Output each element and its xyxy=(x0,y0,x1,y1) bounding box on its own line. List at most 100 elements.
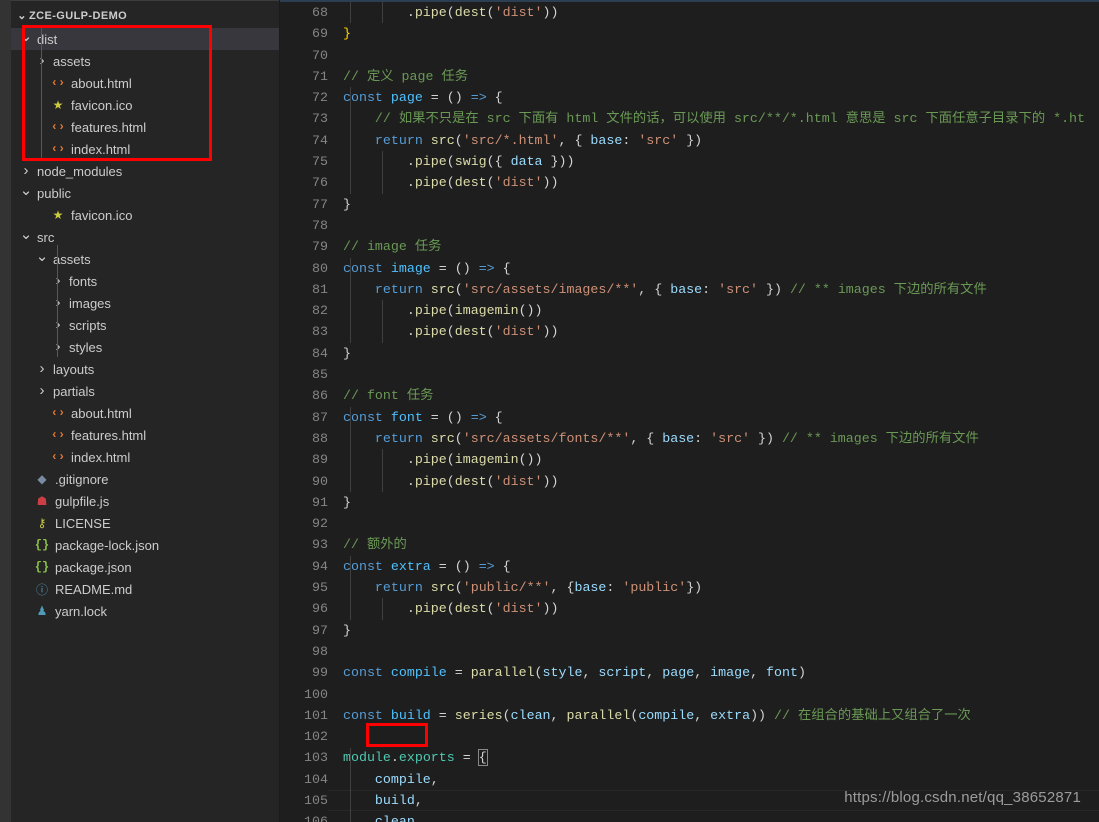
code-line-78[interactable]: 78 xyxy=(280,215,1099,236)
code-line-91[interactable]: 91} xyxy=(280,492,1099,513)
chevron-right-icon[interactable]: › xyxy=(35,50,49,72)
code-line-72[interactable]: 72 const page = () => { xyxy=(280,87,1099,108)
tree-item-license[interactable]: ⚷ LICENSE xyxy=(11,512,279,534)
tree-item-readme-md[interactable]: ⓘ README.md xyxy=(11,578,279,600)
code-line-88[interactable]: 88 return src('src/assets/fonts/**', { b… xyxy=(280,428,1099,449)
code-line-102[interactable]: 102 xyxy=(280,726,1099,747)
chevron-down-icon[interactable]: ⌄ xyxy=(19,223,33,245)
tree-item-node-modules[interactable]: › node_modules xyxy=(11,160,279,182)
code-line-82[interactable]: 82 .pipe(imagemin()) xyxy=(280,300,1099,321)
tree-item-about-html[interactable]: ‹› about.html xyxy=(11,72,279,94)
code-line-103[interactable]: 103 module.exports = { xyxy=(280,747,1099,768)
code-line-81[interactable]: 81 return src('src/assets/images/**', { … xyxy=(280,279,1099,300)
tree-item-assets[interactable]: ⌄ assets xyxy=(11,248,279,270)
code-line-95[interactable]: 95 return src('public/**', {base: 'publi… xyxy=(280,577,1099,598)
code-line-94[interactable]: 94 const extra = () => { xyxy=(280,556,1099,577)
code-line-69[interactable]: 69} xyxy=(280,23,1099,44)
tree-item-index-html[interactable]: ‹› index.html xyxy=(11,446,279,468)
chevron-right-icon[interactable]: › xyxy=(51,336,65,358)
tree-item-styles[interactable]: › styles xyxy=(11,336,279,358)
code-line-100[interactable]: 100 xyxy=(280,684,1099,705)
code-line-68[interactable]: 68 .pipe(dest('dist')) xyxy=(280,2,1099,23)
tree-item-partials[interactable]: › partials xyxy=(11,380,279,402)
code-line-83[interactable]: 83 .pipe(dest('dist')) xyxy=(280,321,1099,342)
chevron-down-icon[interactable]: ⌄ xyxy=(19,25,33,47)
chevron-right-icon[interactable]: › xyxy=(35,380,49,402)
tree-indent-guide xyxy=(41,25,42,161)
code-lines-container[interactable]: 68 .pipe(dest('dist')) 69} 70 71// 定义 page … xyxy=(280,2,1099,822)
line-number: 84 xyxy=(312,345,328,361)
tree-item-dist[interactable]: ⌄ dist xyxy=(11,28,279,50)
line-number: 80 xyxy=(312,260,328,276)
code-text: .pipe(dest('dist')) xyxy=(343,175,559,191)
line-number: 87 xyxy=(312,409,328,425)
code-text: } xyxy=(343,26,351,42)
code-line-106[interactable]: 106 clean xyxy=(280,811,1099,822)
code-text: } xyxy=(343,622,351,638)
chevron-right-icon[interactable]: › xyxy=(51,270,65,292)
tree-item-images[interactable]: › images xyxy=(11,292,279,314)
tree-item-label: styles xyxy=(69,339,103,355)
code-line-75[interactable]: 75 .pipe(swig({ data })) xyxy=(280,151,1099,172)
tree-item-index-html[interactable]: ‹› index.html xyxy=(11,138,279,160)
line-number: 86 xyxy=(312,388,328,404)
tree-item-assets[interactable]: › assets xyxy=(11,50,279,72)
code-line-90[interactable]: 90 .pipe(dest('dist')) xyxy=(280,471,1099,492)
chevron-down-icon[interactable]: ⌄ xyxy=(19,179,33,201)
activity-bar[interactable] xyxy=(0,0,11,822)
code-line-98[interactable]: 98 xyxy=(280,641,1099,662)
code-line-97[interactable]: 97} xyxy=(280,620,1099,641)
code-line-74[interactable]: 74 return src('src/*.html', { base: 'src… xyxy=(280,130,1099,151)
tree-item-scripts[interactable]: › scripts xyxy=(11,314,279,336)
tree-item-about-html[interactable]: ‹› about.html xyxy=(11,402,279,424)
code-line-104[interactable]: 104 compile, xyxy=(280,769,1099,790)
code-line-96[interactable]: 96 .pipe(dest('dist')) xyxy=(280,598,1099,619)
tree-item-package-lock-json[interactable]: {} package-lock.json xyxy=(11,534,279,556)
file-tree[interactable]: ⌄ dist › assets ‹› about.html ★ favicon.ico ‹› fe… xyxy=(11,28,279,622)
code-line-84[interactable]: 84} xyxy=(280,343,1099,364)
line-number: 78 xyxy=(312,217,328,233)
tree-item-gulpfile-js[interactable]: ☗ gulpfile.js xyxy=(11,490,279,512)
tree-item-features-html[interactable]: ‹› features.html xyxy=(11,116,279,138)
code-line-93[interactable]: 93 // 额外的 xyxy=(280,534,1099,555)
code-line-99[interactable]: 99 const compile = parallel(style, script… xyxy=(280,662,1099,683)
tree-item-layouts[interactable]: › layouts xyxy=(11,358,279,380)
tree-item-features-html[interactable]: ‹› features.html xyxy=(11,424,279,446)
html-icon: ‹› xyxy=(50,428,66,442)
code-line-77[interactable]: 77} xyxy=(280,194,1099,215)
code-line-76[interactable]: 76 .pipe(dest('dist')) xyxy=(280,172,1099,193)
code-line-85[interactable]: 85 xyxy=(280,364,1099,385)
tree-item-public[interactable]: ⌄ public xyxy=(11,182,279,204)
tree-item-label: node_modules xyxy=(37,163,123,179)
code-line-73[interactable]: 73 // 如果不只是在 src 下面有 html 文件的话，可以使用 src/… xyxy=(280,108,1099,129)
code-line-86[interactable]: 86 // font 任务 xyxy=(280,385,1099,406)
code-line-89[interactable]: 89 .pipe(imagemin()) xyxy=(280,449,1099,470)
code-editor[interactable]: 68 .pipe(dest('dist')) 69} 70 71// 定义 page … xyxy=(280,0,1099,822)
line-number: 92 xyxy=(312,516,328,532)
code-line-87[interactable]: 87 const font = () => { xyxy=(280,407,1099,428)
code-line-70[interactable]: 70 xyxy=(280,45,1099,66)
chevron-right-icon[interactable]: › xyxy=(35,358,49,380)
code-line-80[interactable]: 80 const image = () => { xyxy=(280,258,1099,279)
chevron-right-icon[interactable]: › xyxy=(51,292,65,314)
code-indent-guide xyxy=(350,257,351,343)
tree-item-favicon-ico[interactable]: ★ favicon.ico xyxy=(11,204,279,226)
code-line-101[interactable]: 101 const build = series(clean, parallel(… xyxy=(280,705,1099,726)
code-text: const font = () => { xyxy=(343,409,503,425)
tree-item-favicon-ico[interactable]: ★ favicon.ico xyxy=(11,94,279,116)
explorer-project-title[interactable]: ⌄ ZCE-GULP-DEMO xyxy=(11,5,279,28)
tree-item-yarn-lock[interactable]: ♟ yarn.lock xyxy=(11,600,279,622)
code-line-92[interactable]: 92 xyxy=(280,513,1099,534)
code-line-71[interactable]: 71 // 定义 page 任务 xyxy=(280,66,1099,87)
tree-item-fonts[interactable]: › fonts xyxy=(11,270,279,292)
chevron-right-icon[interactable]: › xyxy=(51,314,65,336)
tree-item-label: about.html xyxy=(71,405,132,421)
code-line-79[interactable]: 79 // image 任务 xyxy=(280,236,1099,257)
tree-item-src[interactable]: ⌄ src xyxy=(11,226,279,248)
tree-item--gitignore[interactable]: ◆ .gitignore xyxy=(11,468,279,490)
code-indent-guide xyxy=(350,2,351,24)
chevron-down-icon[interactable]: ⌄ xyxy=(35,245,49,267)
tree-item-package-json[interactable]: {} package.json xyxy=(11,556,279,578)
